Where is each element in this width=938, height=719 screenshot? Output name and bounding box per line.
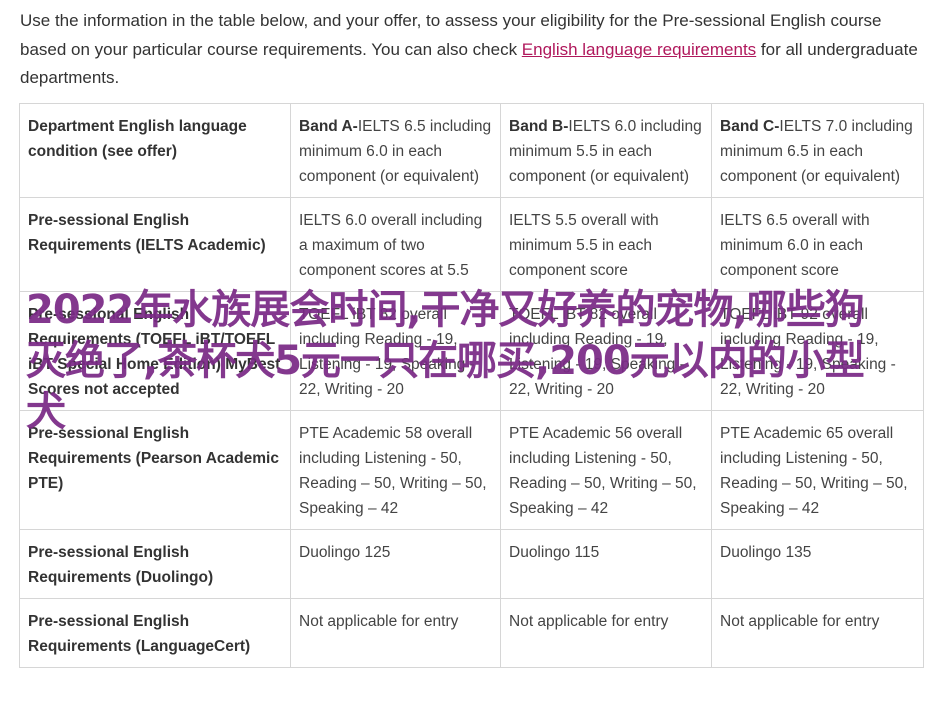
- table-cell: IELTS 5.5 overall with minimum 5.5 in ea…: [500, 197, 712, 292]
- row-label: Department English language condition (s…: [19, 103, 291, 198]
- table-header-row: Department English language condition (s…: [19, 103, 924, 198]
- table-row-pte: Pre-sessional English Requirements (Pear…: [19, 410, 924, 530]
- table-cell: IELTS 6.0 overall including a maximum of…: [290, 197, 501, 292]
- table-cell: Not applicable for entry: [500, 598, 712, 668]
- row-label: Pre-sessional English Requirements (TOEF…: [19, 291, 291, 411]
- requirements-table: Department English language condition (s…: [19, 103, 924, 668]
- table-cell: PTE Academic 56 overall including Listen…: [500, 410, 712, 530]
- table-cell: Duolingo 125: [290, 529, 501, 599]
- table-cell: Duolingo 135: [711, 529, 924, 599]
- table-cell: Not applicable for entry: [711, 598, 924, 668]
- table-cell: Duolingo 115: [500, 529, 712, 599]
- table-cell: Not applicable for entry: [290, 598, 501, 668]
- row-label: Pre-sessional English Requirements (Lang…: [19, 598, 291, 668]
- table-cell: TOEFL iBT 92 overall including Reading -…: [711, 291, 924, 411]
- band-b-name: Band B-: [509, 118, 569, 135]
- table-cell: TOEFL iBT 82 overall including Reading -…: [290, 291, 501, 411]
- row-label: Pre-sessional English Requirements (Pear…: [19, 410, 291, 530]
- band-a-cell: Band A-IELTS 6.5 including minimum 6.0 i…: [290, 103, 501, 198]
- row-label: Pre-sessional English Requirements (Duol…: [19, 529, 291, 599]
- table-cell: IELTS 6.5 overall with minimum 6.0 in ea…: [711, 197, 924, 292]
- band-a-name: Band A-: [299, 118, 358, 135]
- row-label: Pre-sessional English Requirements (IELT…: [19, 197, 291, 292]
- table-row-languagecert: Pre-sessional English Requirements (Lang…: [19, 598, 924, 668]
- table-cell: PTE Academic 58 overall including Listen…: [290, 410, 501, 530]
- table-cell: TOEFL iBT 82 overall including Reading -…: [500, 291, 712, 411]
- table-cell: PTE Academic 65 overall including Listen…: [711, 410, 924, 530]
- band-c-cell: Band C-IELTS 7.0 including minimum 6.5 i…: [711, 103, 924, 198]
- table-row-ielts: Pre-sessional English Requirements (IELT…: [19, 197, 924, 292]
- intro-paragraph: Use the information in the table below, …: [20, 7, 925, 93]
- english-language-requirements-link[interactable]: English language requirements: [522, 40, 756, 59]
- table-row-toefl: Pre-sessional English Requirements (TOEF…: [19, 291, 924, 411]
- band-b-cell: Band B-IELTS 6.0 including minimum 5.5 i…: [500, 103, 712, 198]
- table-row-duolingo: Pre-sessional English Requirements (Duol…: [19, 529, 924, 599]
- band-c-name: Band C-: [720, 118, 780, 135]
